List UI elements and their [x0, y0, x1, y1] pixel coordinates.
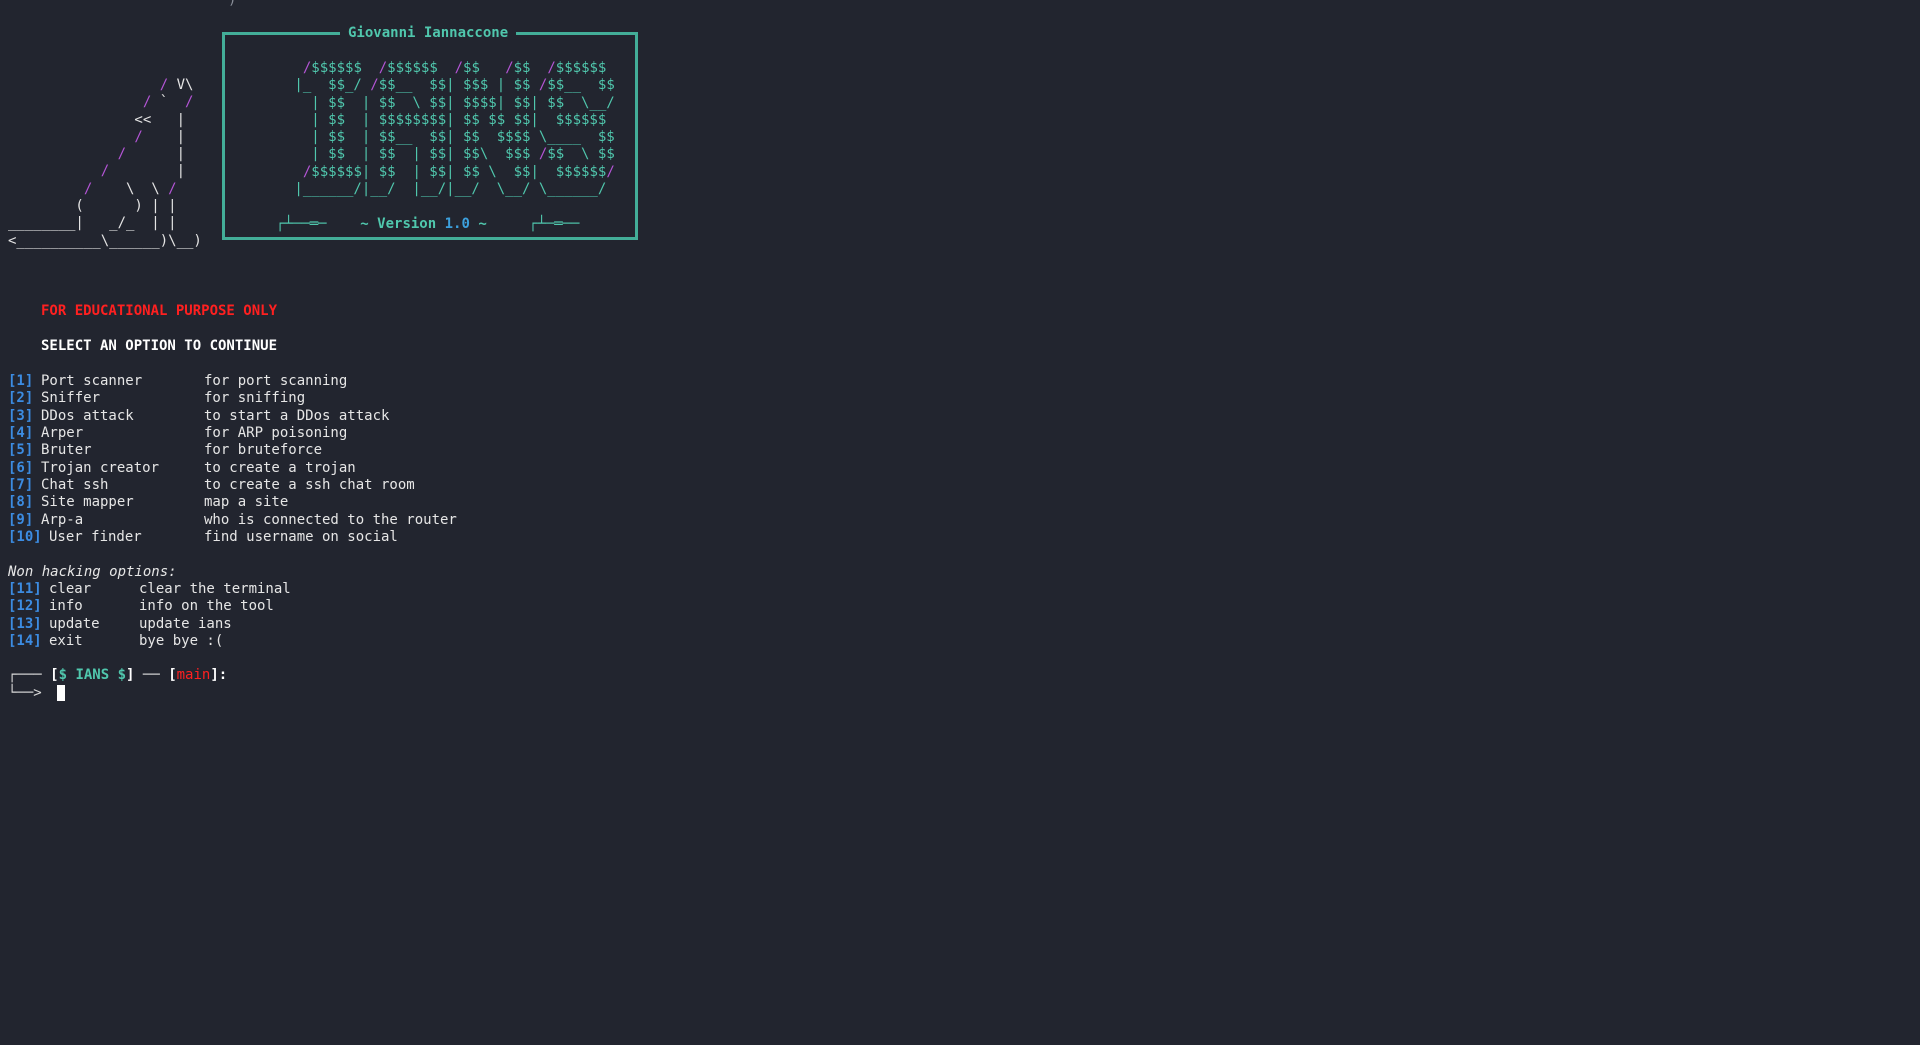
- option-number: [1]: [8, 373, 34, 389]
- option-number: [13]: [8, 615, 42, 632]
- menu-option-row[interactable]: [14] exit bye bye :(: [8, 632, 223, 650]
- option-name: update: [49, 615, 100, 632]
- option-number: [4]: [8, 424, 34, 441]
- option-description: find username on social: [204, 528, 398, 545]
- option-number: [6]: [8, 459, 34, 476]
- version-prefix: ~ Version: [360, 216, 445, 232]
- option-description: for bruteforce: [204, 442, 323, 459]
- option-name: Arp-a: [41, 511, 84, 528]
- educational-notice: FOR EDUCATIONAL PURPOSE ONLY: [41, 303, 278, 319]
- prompt-bracket: [: [168, 667, 177, 683]
- option-description: map a site: [204, 494, 289, 511]
- option-number: [8]: [8, 494, 34, 511]
- menu-option-row[interactable]: [11] clear clear the terminal: [8, 581, 291, 598]
- option-description: for port scanning: [204, 373, 348, 389]
- menu-option-row[interactable]: [13] update update ians: [8, 615, 232, 633]
- option-description: to create a trojan: [204, 459, 356, 476]
- prompt-bracket: [: [50, 667, 59, 683]
- left-decoration: ┌┴──═─: [276, 216, 327, 232]
- prompt-bracket: ]:: [210, 667, 228, 683]
- option-number: [11]: [8, 581, 42, 597]
- top-fragment: ): [228, 0, 237, 8]
- option-name: Arper: [41, 424, 84, 441]
- option-number: [10]: [8, 528, 42, 545]
- option-description: clear the terminal: [139, 581, 291, 597]
- menu-option-row[interactable]: [8] Site mapper map a site: [8, 494, 288, 511]
- option-description: update ians: [139, 615, 232, 632]
- option-description: bye bye :(: [139, 632, 224, 649]
- option-description: for sniffing: [204, 390, 306, 407]
- menu-option-row[interactable]: [5] Bruter for bruteforce: [8, 442, 322, 459]
- terminal-window[interactable]: ) / V\ / ` / << | / | / | / | / \ \ / ( …: [0, 0, 1920, 1045]
- option-number: [9]: [8, 511, 34, 528]
- option-number: [12]: [8, 598, 42, 615]
- ians-logo-ascii-art: /$$$$$$ /$$$$$$ /$$ /$$ /$$$$$$ |_ $$_/ …: [286, 60, 615, 198]
- menu-option-row[interactable]: [1] Port scanner for port scanning: [8, 373, 347, 390]
- prompt-branch: main: [176, 667, 211, 683]
- menu-option-row[interactable]: [10] User finder find username on social: [8, 528, 398, 546]
- version-number: 1.0: [444, 216, 470, 232]
- terminal-cursor[interactable]: [57, 685, 65, 701]
- option-name: Site mapper: [41, 494, 134, 511]
- option-name: exit: [49, 632, 83, 649]
- option-name: Bruter: [41, 442, 92, 459]
- option-description: info on the tool: [139, 598, 274, 615]
- option-name: clear: [49, 581, 92, 597]
- prompt-app-name: $ IANS $: [58, 667, 127, 683]
- menu-option-row[interactable]: [6] Trojan creator to create a trojan: [8, 459, 356, 477]
- option-name: Port scanner: [41, 373, 143, 389]
- menu-option-row[interactable]: [4] Arper for ARP poisoning: [8, 424, 347, 442]
- prompt-tree-bottom: └──>: [8, 685, 51, 701]
- option-description: for ARP poisoning: [204, 424, 348, 441]
- menu-option-row[interactable]: [9] Arp-a who is connected to the router: [8, 511, 457, 529]
- version-line: ┌┴──═─ ~ Version 1.0 ~ ┌┴─═──: [276, 216, 579, 232]
- version-suffix: ~: [469, 216, 487, 232]
- menu-option-row[interactable]: [12] info info on the tool: [8, 598, 274, 615]
- prompt-line: ┌─── [$ IANS $] ── [main]:: [8, 667, 227, 684]
- option-name: User finder: [49, 528, 142, 545]
- cat-ascii-art: / V\ / ` / << | / | / | / | / \ \ / ( ) …: [8, 77, 202, 249]
- option-number: [3]: [8, 407, 34, 424]
- option-number: [7]: [8, 476, 34, 493]
- non-hacking-header: Non hacking options:: [8, 564, 177, 580]
- prompt-tree-top: ┌───: [8, 667, 51, 683]
- option-description: who is connected to the router: [204, 511, 457, 528]
- menu-option-row[interactable]: [3] DDos attack to start a DDos attack: [8, 407, 389, 425]
- option-number: [2]: [8, 390, 34, 407]
- right-decoration: ┌┴─═──: [528, 216, 580, 232]
- option-name: Chat ssh: [41, 476, 109, 493]
- option-number: [5]: [8, 442, 34, 459]
- option-description: to create a ssh chat room: [204, 476, 415, 493]
- select-option-heading: SELECT AN OPTION TO CONTINUE: [41, 338, 278, 354]
- author-name: Giovanni Iannaccone: [340, 25, 517, 42]
- option-number: [14]: [8, 632, 42, 649]
- option-name: DDos attack: [41, 407, 134, 424]
- option-description: to start a DDos attack: [204, 407, 390, 424]
- prompt-separator: ──: [134, 667, 169, 683]
- menu-option-row[interactable]: [2] Sniffer for sniffing: [8, 390, 305, 407]
- option-name: Trojan creator: [41, 459, 160, 476]
- menu-option-row[interactable]: [7] Chat ssh to create a ssh chat room: [8, 476, 415, 494]
- option-name: info: [49, 598, 83, 615]
- option-name: Sniffer: [41, 390, 101, 407]
